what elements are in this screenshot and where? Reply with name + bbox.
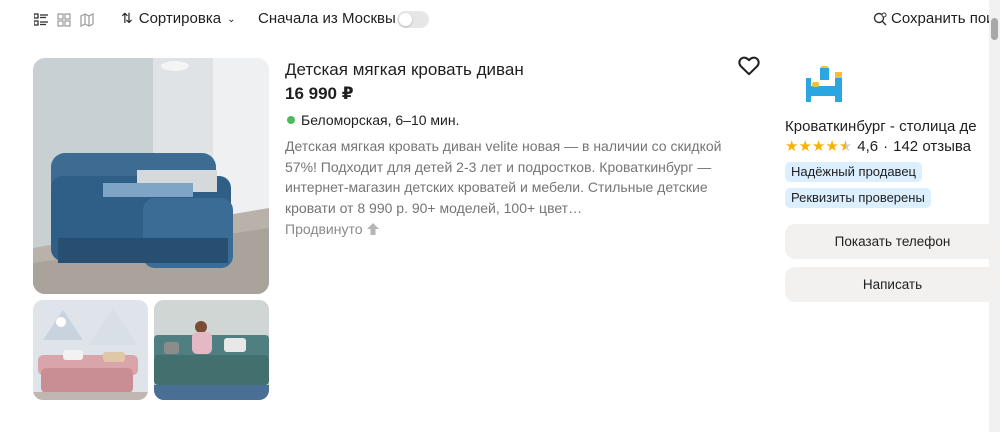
arrow-up-icon bbox=[366, 223, 379, 235]
moscow-first-toggle[interactable] bbox=[397, 11, 429, 28]
listing-thumbnail-1[interactable] bbox=[33, 300, 148, 400]
chevron-down-icon: ⌄ bbox=[227, 14, 236, 25]
save-search-label: Сохранить пои bbox=[891, 10, 995, 27]
toggle-knob bbox=[399, 13, 412, 26]
heart-icon[interactable] bbox=[738, 56, 760, 76]
sofa-bed-photo bbox=[33, 58, 269, 294]
rating-value: 4,6 bbox=[857, 137, 879, 155]
sort-dropdown[interactable]: ⇅ Сортировка ⌄ bbox=[121, 10, 235, 27]
promoted-label[interactable]: Продвинуто bbox=[285, 221, 380, 237]
moscow-first-label: Сначала из Москвы bbox=[258, 10, 396, 27]
star-icon: ★ bbox=[811, 138, 826, 155]
seller-name[interactable]: Кроваткинбург - столица де bbox=[785, 118, 977, 135]
rating-stars: ★★★★★ bbox=[785, 137, 852, 155]
promoted-text: Продвинуто bbox=[285, 221, 363, 237]
rating-separator: · bbox=[883, 137, 889, 155]
star-icon: ★ bbox=[798, 138, 812, 155]
listing-description: Детская мягкая кровать диван velite нова… bbox=[285, 138, 722, 216]
child-on-sofa-photo bbox=[154, 300, 269, 400]
seller-logo[interactable] bbox=[802, 66, 846, 106]
show-phone-button[interactable]: Показать телефон bbox=[785, 224, 1000, 259]
toolbar: ⇅ Сортировка ⌄ Сначала из Москвы Сохрани… bbox=[0, 0, 1000, 40]
sort-icon: ⇅ bbox=[121, 10, 133, 26]
save-search-button[interactable]: Сохранить пои bbox=[873, 10, 995, 27]
star-icon: ★ bbox=[785, 138, 799, 155]
write-message-button[interactable]: Написать bbox=[785, 267, 1000, 302]
metro-label: Беломорская, 6–10 мин. bbox=[301, 112, 460, 128]
badge-reliable-seller: Надёжный продавец bbox=[785, 162, 922, 182]
reviews-link[interactable]: 142 отзыва bbox=[893, 138, 971, 155]
star-half-icon: ★ bbox=[838, 138, 853, 155]
sort-label: Сортировка bbox=[138, 10, 222, 27]
listing-title[interactable]: Детская мягкая кровать диван bbox=[285, 60, 524, 80]
badge-verified-details: Реквизиты проверены bbox=[785, 188, 931, 208]
scrollbar[interactable] bbox=[989, 0, 1000, 432]
listing-thumbnail-2[interactable] bbox=[154, 300, 269, 400]
pink-bed-photo bbox=[33, 300, 148, 400]
scrollbar-thumb[interactable] bbox=[991, 18, 998, 40]
listing-main-photo[interactable] bbox=[33, 58, 269, 294]
metro-location: Беломорская, 6–10 мин. bbox=[285, 112, 460, 128]
seller-rating: ★★★★★ 4,6 · 142 отзыва bbox=[785, 137, 971, 156]
metro-line-icon bbox=[287, 116, 295, 124]
list-view-icon[interactable] bbox=[34, 13, 48, 27]
listing-price: 16 990 ₽ bbox=[285, 84, 354, 103]
save-search-icon bbox=[873, 12, 887, 25]
star-icon: ★ bbox=[825, 138, 839, 155]
grid-view-icon[interactable] bbox=[57, 13, 71, 27]
map-view-icon[interactable] bbox=[80, 13, 94, 27]
